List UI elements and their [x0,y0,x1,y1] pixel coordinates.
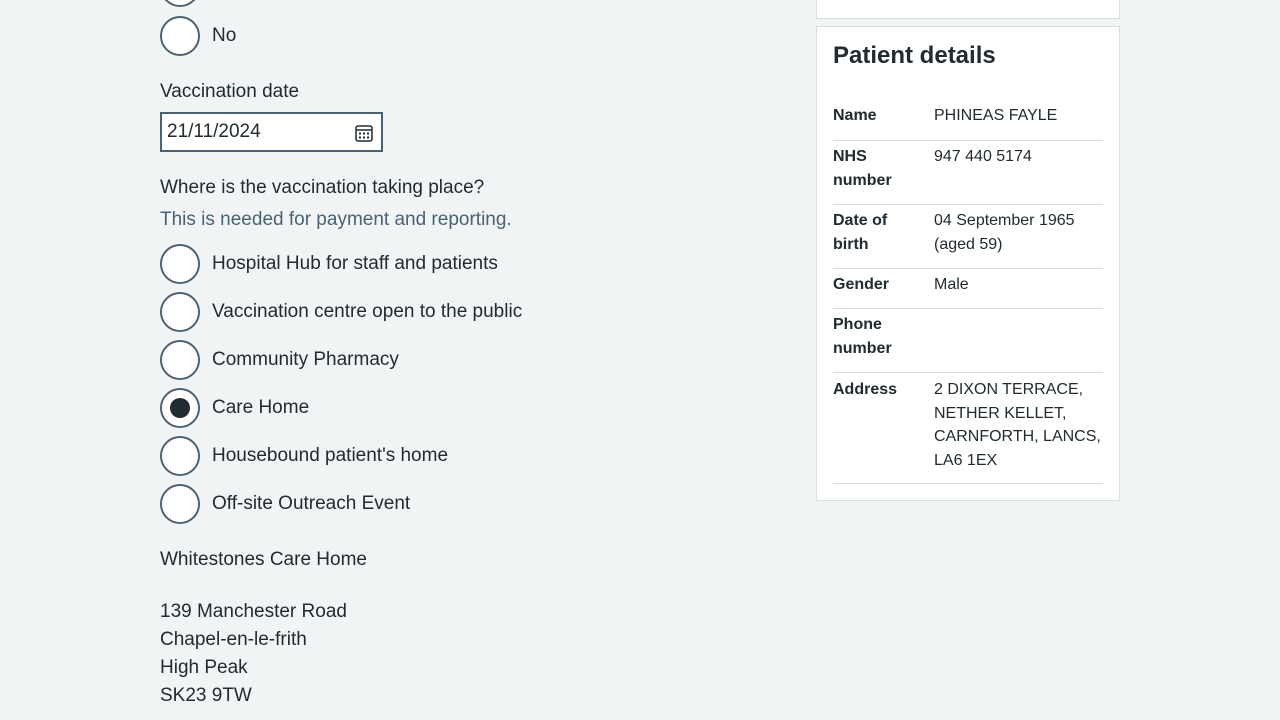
radio-housebound-label: Housebound patient's home [212,445,449,466]
radio-care-home-circle[interactable] [160,388,200,428]
patient-name-row: Name PHINEAS FAYLE [833,104,1103,141]
summary-value: PHINEAS FAYLE [934,107,1058,124]
summary-key: Address [833,381,898,398]
radio-hospital-hub-label: Hospital Hub for staff and patients [212,253,498,274]
summary-value: 947 440 5174 [934,148,1032,165]
calendar-icon[interactable] [355,124,373,142]
summary-value: 2 DIXON TERRACE, NETHER KELLET, CARNFORT… [934,381,1101,469]
care-home-name: Whitestones Care Home [160,549,367,570]
patient-details-title: Patient details [833,42,996,69]
location-question-label: Where is the vaccination taking place? [160,177,485,198]
care-home-address-line: SK23 9TW [160,685,252,706]
summary-value: 04 September 1965 (aged 59) [934,212,1075,253]
patient-nhs-number-row: NHS number 947 440 5174 [833,145,1103,205]
radio-vaccination-centre-circle[interactable] [160,292,200,332]
summary-key: Date of birth [833,212,888,253]
vaccination-date-label: Vaccination date [160,81,300,102]
radio-housebound[interactable]: Housebound patient's home [160,436,448,476]
radio-yes-partial[interactable] [160,0,200,7]
radio-outreach-event-circle[interactable] [160,484,200,524]
care-home-address-line: High Peak [160,657,248,678]
summary-key: NHS number [833,148,892,189]
vaccination-date-input[interactable] [160,112,383,152]
radio-outreach-event[interactable]: Off-site Outreach Event [160,484,410,524]
radio-no[interactable]: No [160,16,236,56]
summary-key: Phone number [833,316,892,357]
care-home-address-line: Chapel-en-le-frith [160,629,307,650]
vaccination-date-field[interactable] [162,114,347,150]
radio-care-home-label: Care Home [212,397,310,418]
patient-details-card: Patient details Name PHINEAS FAYLE NHS n… [816,26,1120,501]
patient-gender-row: Gender Male [833,273,1103,309]
radio-care-home[interactable]: Care Home [160,388,309,428]
radio-housebound-circle[interactable] [160,436,200,476]
summary-key: Gender [833,276,890,293]
radio-outreach-event-label: Off-site Outreach Event [212,493,411,514]
radio-vaccination-centre-label: Vaccination centre open to the public [212,301,523,322]
patient-phone-row: Phone number [833,313,1103,373]
patient-address-row: Address 2 DIXON TERRACE, NETHER KELLET, … [833,378,1103,484]
patient-dob-row: Date of birth 04 September 1965 (aged 59… [833,209,1103,269]
radio-no-circle[interactable] [160,16,200,56]
radio-hospital-hub-circle[interactable] [160,244,200,284]
summary-value: Male [934,276,969,293]
care-home-address-line: 139 Manchester Road [160,601,347,622]
radio-community-pharmacy[interactable]: Community Pharmacy [160,340,399,380]
location-question-hint: This is needed for payment and reporting… [160,209,512,230]
radio-hospital-hub[interactable]: Hospital Hub for staff and patients [160,244,498,284]
radio-community-pharmacy-label: Community Pharmacy [212,349,399,370]
previous-card [816,0,1120,19]
radio-community-pharmacy-circle[interactable] [160,340,200,380]
summary-key: Name [833,107,877,124]
radio-no-label: No [212,25,237,46]
radio-vaccination-centre[interactable]: Vaccination centre open to the public [160,292,522,332]
